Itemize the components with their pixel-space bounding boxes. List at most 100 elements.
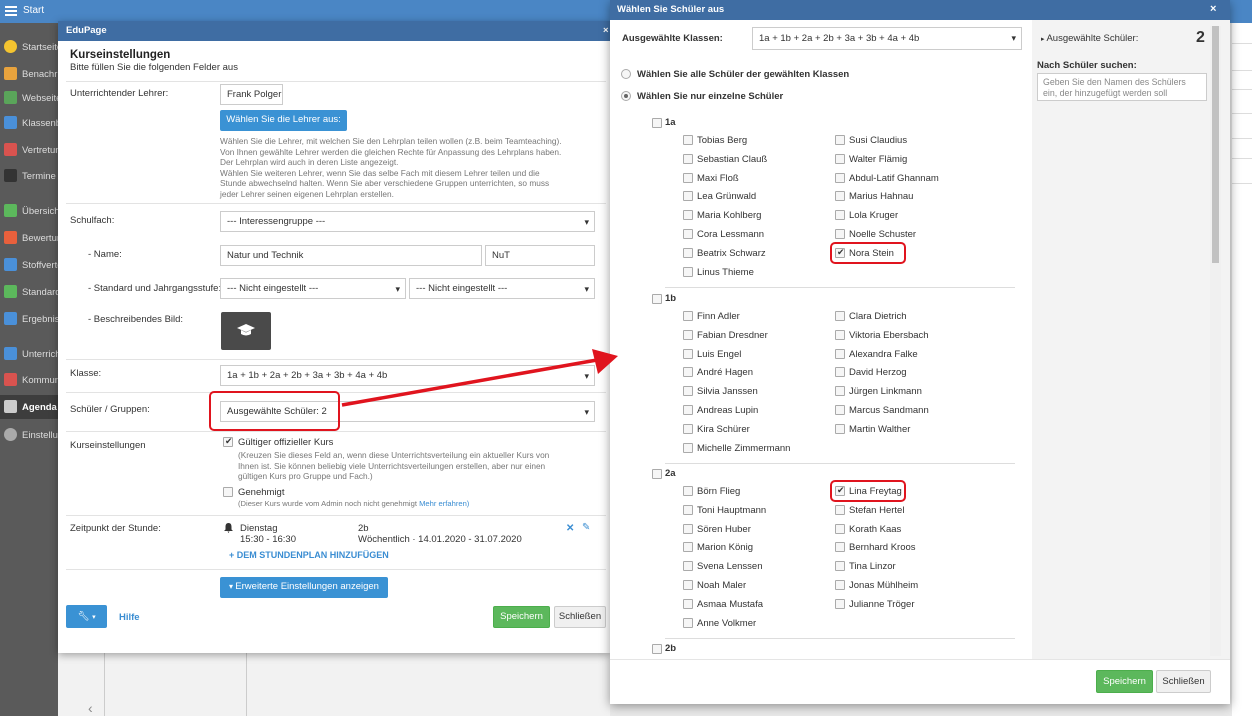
teacher-field[interactable]: Frank Polger	[220, 84, 283, 105]
sidebar-item-4[interactable]: Klassenbuch	[0, 111, 58, 135]
student-checkbox[interactable]	[835, 405, 845, 415]
student-checkbox[interactable]	[835, 172, 845, 183]
sidebar-item-6[interactable]: Termine	[0, 164, 58, 188]
chevron-left-icon[interactable]: ‹	[88, 700, 93, 716]
student-checkbox[interactable]	[835, 311, 845, 321]
approved-checkbox[interactable]	[223, 487, 233, 497]
student-checkbox[interactable]	[683, 191, 693, 202]
class-label: 2a	[665, 468, 676, 479]
sidebar-item-9[interactable]: Stoffverteilung	[0, 253, 58, 277]
student-checkbox[interactable]	[683, 617, 693, 628]
all-students-radio[interactable]	[621, 69, 631, 79]
sidebar-item-12[interactable]: Unterricht	[0, 342, 58, 366]
student-checkbox[interactable]	[683, 386, 693, 397]
classes-select[interactable]: 1a + 1b + 2a + 2b + 3a + 3b + 4a + 4b	[752, 27, 1022, 50]
student-checkbox[interactable]	[835, 542, 845, 553]
student-checkbox[interactable]	[835, 367, 845, 378]
menu-icon[interactable]	[5, 6, 17, 16]
student-checkbox[interactable]	[835, 229, 845, 239]
class-checkbox-2b[interactable]	[652, 644, 662, 654]
student-name: Fabian Dresdner	[697, 329, 768, 341]
add-to-timetable-link[interactable]: + DEM STUNDENPLAN HINZUFÜGEN	[229, 550, 389, 560]
student-checkbox[interactable]	[683, 210, 693, 221]
select-students-dialog: Wählen Sie Schüler aus × Ausgewählte Kla…	[610, 0, 1230, 704]
sidebar-item-10[interactable]: Standards	[0, 280, 58, 304]
student-checkbox[interactable]	[683, 367, 693, 378]
sidebar-item-15[interactable]: Einstellungen	[0, 423, 58, 447]
right-panel	[1032, 20, 1230, 659]
student-checkbox[interactable]	[683, 598, 693, 609]
edit-icon[interactable]: ✎	[582, 522, 590, 533]
learn-more-link[interactable]: Mehr erfahren)	[419, 499, 469, 508]
student-checkbox[interactable]	[835, 348, 845, 359]
sidebar-item-11[interactable]: Ergebnisse	[0, 307, 58, 331]
close-icon[interactable]: ×	[603, 25, 609, 36]
delete-icon[interactable]: ✕	[566, 523, 574, 534]
advanced-settings-button[interactable]: ▾ Erweiterte Einstellungen anzeigen	[220, 577, 388, 598]
student-checkbox[interactable]	[835, 504, 845, 515]
sidebar-item-14[interactable]: Agenda	[0, 395, 58, 419]
grade-select[interactable]: --- Nicht eingestellt ---	[409, 278, 595, 299]
save-button[interactable]: Speichern	[493, 606, 550, 628]
student-checkbox[interactable]	[683, 442, 693, 453]
student-checkbox[interactable]	[683, 172, 693, 183]
student-checkbox[interactable]	[835, 210, 845, 221]
course-image[interactable]	[221, 312, 271, 350]
close-button[interactable]: Schließen	[1156, 670, 1211, 693]
choose-teacher-button[interactable]: Wählen Sie die Lehrer aus:	[220, 110, 347, 131]
student-checkbox[interactable]	[835, 153, 845, 164]
sidebar-item-13[interactable]: Kommunikation	[0, 368, 58, 392]
standard-select[interactable]: --- Nicht eingestellt ---	[220, 278, 406, 299]
student-checkbox[interactable]	[683, 423, 693, 434]
student-checkbox[interactable]	[683, 542, 693, 553]
scrollbar-thumb[interactable]	[1212, 26, 1219, 263]
sidebar-item-3[interactable]: Webseite	[0, 86, 58, 110]
help-link[interactable]: Hilfe	[119, 612, 140, 623]
student-checkbox[interactable]	[835, 191, 845, 202]
student-checkbox[interactable]	[835, 386, 845, 397]
student-checkbox[interactable]	[683, 504, 693, 515]
student-checkbox[interactable]	[835, 135, 845, 145]
class-checkbox-1b[interactable]	[652, 294, 662, 304]
class-select[interactable]: 1a + 1b + 2a + 2b + 3a + 3b + 4a + 4b	[220, 365, 595, 386]
student-checkbox[interactable]	[683, 561, 693, 572]
student-checkbox[interactable]	[683, 580, 693, 590]
student-checkbox[interactable]	[835, 580, 845, 590]
class-checkbox-2a[interactable]	[652, 469, 662, 479]
selected-students-toggle[interactable]: ▸ Ausgewählte Schüler:	[1041, 33, 1138, 44]
tools-button[interactable]: 🔧︎ ▾	[66, 605, 107, 628]
student-checkbox[interactable]	[683, 229, 693, 239]
sidebar-item-1[interactable]: Startseite	[0, 35, 58, 59]
sidebar-item-5[interactable]: Vertretungen	[0, 138, 58, 162]
student-checkbox[interactable]	[683, 153, 693, 164]
save-button[interactable]: Speichern	[1096, 670, 1153, 693]
student-checkbox[interactable]	[835, 598, 845, 609]
student-checkbox[interactable]	[683, 311, 693, 321]
name-input[interactable]: Natur und Technik	[220, 245, 482, 266]
student-checkbox[interactable]	[835, 329, 845, 340]
student-checkbox[interactable]	[683, 266, 693, 277]
short-name-input[interactable]: NuT	[485, 245, 595, 266]
class-checkbox-1a[interactable]	[652, 118, 662, 128]
sidebar-item-8[interactable]: Bewertung	[0, 226, 58, 250]
scrollbar[interactable]	[1210, 26, 1221, 656]
sidebar-item-2[interactable]: Benachrichtigungen	[0, 62, 58, 86]
search-input[interactable]: Geben Sie den Namen des Schülers ein, de…	[1037, 73, 1207, 101]
close-icon[interactable]: ×	[1210, 3, 1216, 15]
single-students-radio[interactable]	[621, 91, 631, 101]
student-checkbox[interactable]	[683, 135, 693, 145]
student-checkbox[interactable]	[683, 523, 693, 534]
top-bar-title[interactable]: Start	[23, 5, 44, 16]
student-checkbox[interactable]	[683, 348, 693, 359]
student-checkbox[interactable]	[835, 561, 845, 572]
student-checkbox[interactable]	[835, 423, 845, 434]
student-checkbox[interactable]	[683, 486, 693, 496]
official-course-checkbox[interactable]	[223, 436, 233, 447]
close-button[interactable]: Schließen	[554, 606, 606, 628]
subject-select[interactable]: --- Interessengruppe ---	[220, 211, 595, 232]
student-checkbox[interactable]	[835, 523, 845, 534]
student-checkbox[interactable]	[683, 405, 693, 415]
sidebar-item-7[interactable]: Übersicht	[0, 199, 58, 223]
student-checkbox[interactable]	[683, 329, 693, 340]
student-checkbox[interactable]	[683, 247, 693, 258]
